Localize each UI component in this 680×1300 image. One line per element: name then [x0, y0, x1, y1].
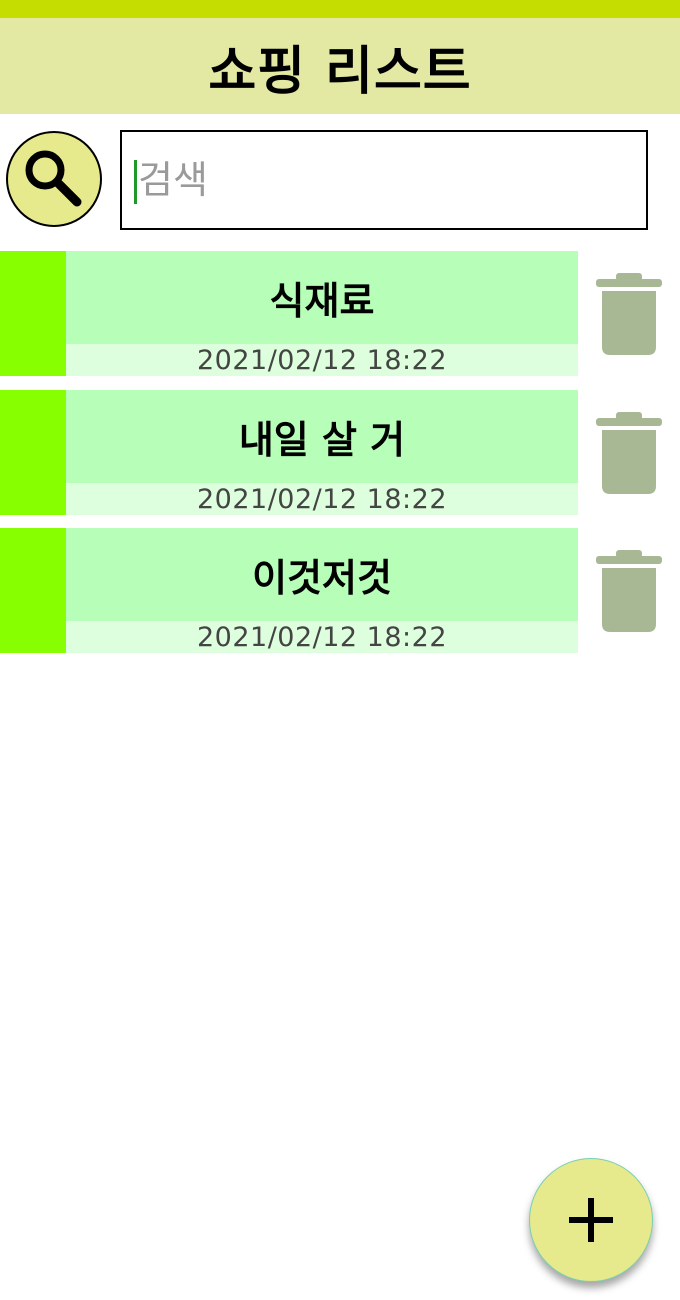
- item-color-marker: [0, 251, 66, 376]
- search-button[interactable]: [6, 131, 102, 227]
- status-bar: [0, 0, 680, 18]
- item-date-band: 2021/02/12 18:22: [66, 621, 578, 653]
- item-title: 내일 살 거: [238, 418, 406, 462]
- search-icon: [25, 150, 82, 207]
- app-screen: 쇼핑 리스트 식재료 2021/02/12 18:22 내일 살 거: [0, 0, 680, 1300]
- list-item[interactable]: 내일 살 거 2021/02/12 18:22: [0, 390, 680, 515]
- list-item[interactable]: 식재료 2021/02/12 18:22: [0, 251, 680, 376]
- item-title-band: 이것저것: [66, 528, 578, 621]
- item-date: 2021/02/12 18:22: [196, 621, 447, 653]
- item-date: 2021/02/12 18:22: [196, 344, 447, 376]
- item-color-marker: [0, 528, 66, 653]
- page-title: 쇼핑 리스트: [208, 41, 472, 102]
- plus-icon: [569, 1198, 613, 1242]
- list-item[interactable]: 이것저것 2021/02/12 18:22: [0, 528, 680, 653]
- add-list-button[interactable]: [529, 1158, 653, 1282]
- item-title-band: 식재료: [66, 251, 578, 344]
- item-title-band: 내일 살 거: [66, 390, 578, 483]
- item-color-marker: [0, 390, 66, 515]
- trash-icon[interactable]: [594, 412, 664, 496]
- item-title: 이것저것: [252, 556, 392, 600]
- trash-icon[interactable]: [594, 550, 664, 634]
- trash-icon[interactable]: [594, 273, 664, 357]
- app-bar: 쇼핑 리스트: [0, 18, 680, 114]
- search-box: [120, 130, 648, 230]
- item-date-band: 2021/02/12 18:22: [66, 483, 578, 515]
- item-date: 2021/02/12 18:22: [196, 483, 447, 515]
- item-title: 식재료: [269, 279, 375, 323]
- item-date-band: 2021/02/12 18:22: [66, 344, 578, 376]
- search-input[interactable]: [134, 132, 634, 228]
